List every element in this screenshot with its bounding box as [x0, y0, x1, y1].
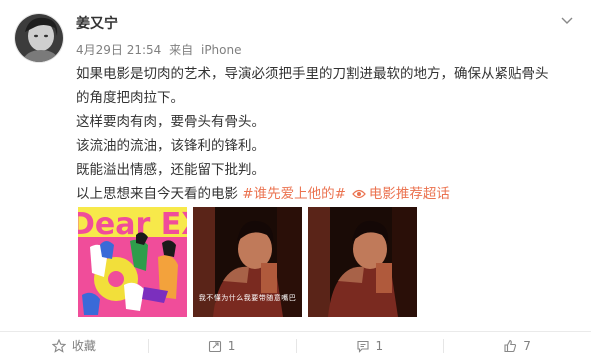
comment-button[interactable]: 1: [295, 332, 444, 359]
content-line-last: 以上思想来自今天看的电影 #谁先爱上他的# 电影推荐超话: [76, 182, 576, 206]
image-caption: 我不懂为什么我要带随意嘴巴: [198, 294, 297, 302]
weibo-post-card: 姜又宁 4月29日 21:54 来自 iPhone 如果电影是切肉的艺术，导演必…: [0, 0, 591, 359]
image-still-1[interactable]: 我不懂为什么我要带随意嘴巴: [193, 207, 302, 317]
repost-icon: [208, 340, 221, 352]
favorite-label: 收藏: [71, 339, 96, 353]
source-prefix: 来自: [169, 43, 194, 57]
post-source: iPhone: [200, 43, 242, 57]
image-poster[interactable]: Dear EX.: [78, 207, 187, 317]
image-grid: Dear EX.: [78, 207, 417, 317]
like-icon: [504, 339, 517, 352]
like-count: 7: [523, 338, 531, 353]
star-icon: [51, 338, 66, 353]
post-date[interactable]: 4月29日 21:54: [76, 43, 161, 57]
eye-icon: [352, 189, 366, 199]
post-meta: 4月29日 21:54 来自 iPhone: [76, 42, 242, 58]
content-line: 如果电影是切肉的艺术，导演必须把手里的刀割进最软的地方，确保从紧贴骨头: [76, 66, 549, 82]
topic-link[interactable]: 电影推荐超话: [369, 186, 450, 202]
comment-count: 1: [375, 338, 384, 353]
repost-button[interactable]: 1: [147, 332, 296, 359]
action-bar: 收藏 1 1 7: [0, 331, 591, 359]
chevron-down-icon[interactable]: [559, 12, 575, 28]
content-line: 该流油的流油，该锋利的锋利。: [76, 138, 265, 154]
username[interactable]: 姜又宁: [76, 14, 118, 34]
content-line: 既能溢出情感，还能留下批判。: [76, 162, 265, 178]
content-text: 以上思想来自今天看的电影: [76, 186, 243, 202]
image-still-2[interactable]: [308, 207, 417, 317]
avatar[interactable]: [14, 13, 64, 63]
repost-count: 1: [227, 338, 236, 353]
poster-title: Dear EX.: [78, 207, 187, 242]
comment-icon: [356, 340, 369, 353]
like-button[interactable]: 7: [443, 332, 591, 359]
content-line: 的角度把肉拉下。: [76, 90, 184, 106]
favorite-button[interactable]: 收藏: [0, 332, 148, 359]
post-content: 如果电影是切肉的艺术，导演必须把手里的刀割进最软的地方，确保从紧贴骨头 的角度把…: [76, 62, 576, 206]
content-line: 这样要肉有肉，要骨头有骨头。: [76, 114, 265, 130]
hashtag-link[interactable]: #谁先爱上他的#: [242, 186, 346, 202]
